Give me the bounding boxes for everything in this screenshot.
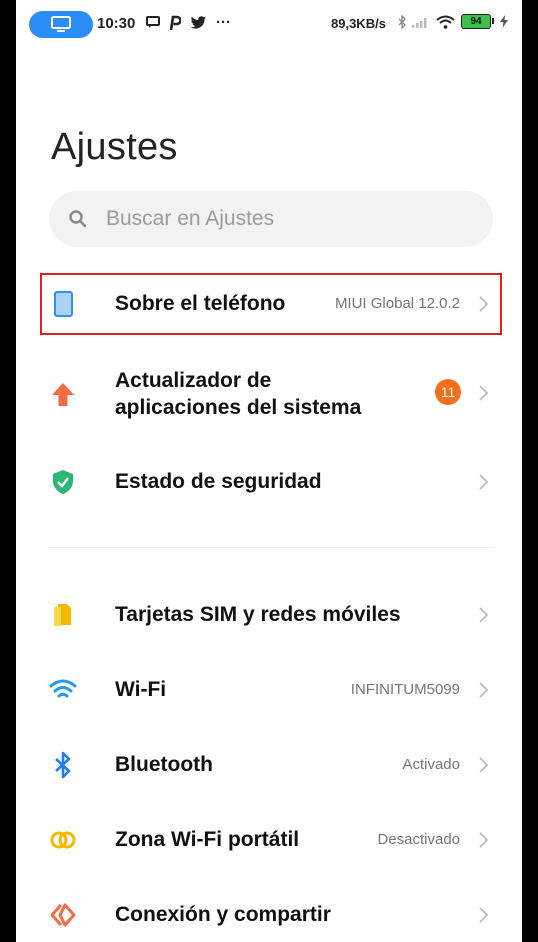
- signal-icon: [412, 17, 427, 28]
- item-label: Tarjetas SIM y redes móviles: [115, 603, 401, 626]
- phone-icon: [54, 291, 73, 317]
- battery-icon: 94: [461, 14, 494, 29]
- settings-item-wifi[interactable]: Wi-Fi INFINITUM5099: [16, 654, 522, 726]
- status-time: 10:30: [97, 15, 136, 32]
- network-speed: 89,3KB/s: [331, 16, 386, 31]
- settings-item-connection-sharing[interactable]: Conexión y compartir: [16, 879, 522, 942]
- search-icon: [69, 210, 87, 228]
- update-arrow-icon: [52, 383, 74, 406]
- item-label: Estado de seguridad: [115, 470, 322, 493]
- chevron-right-icon: [479, 907, 489, 923]
- item-label-line2: aplicaciones del sistema: [115, 396, 362, 419]
- hotspot-icon: [50, 831, 76, 849]
- chevron-right-icon: [479, 474, 489, 490]
- notification-icons: ···: [146, 14, 231, 31]
- system-icons: 94: [398, 14, 508, 29]
- twitter-icon: [190, 15, 207, 29]
- bluetooth-status-icon: [398, 14, 406, 29]
- settings-item-sim-networks[interactable]: Tarjetas SIM y redes móviles: [16, 579, 522, 651]
- monitor-icon: [51, 16, 71, 32]
- chevron-right-icon: [479, 832, 489, 848]
- chevron-right-icon: [479, 607, 489, 623]
- settings-item-portable-hotspot[interactable]: Zona Wi-Fi portátil Desactivado: [16, 804, 522, 876]
- chat-icon: [146, 16, 160, 28]
- settings-item-bluetooth[interactable]: Bluetooth Activado: [16, 729, 522, 801]
- bluetooth-icon: [55, 751, 71, 779]
- item-label: Bluetooth: [115, 753, 213, 776]
- item-value: MIUI Global 12.0.2: [334, 295, 460, 312]
- search-bar[interactable]: Buscar en Ajustes: [49, 191, 493, 247]
- item-value: Activado: [402, 756, 460, 773]
- charging-icon: [500, 15, 508, 28]
- item-value: INFINITUM5099: [350, 681, 460, 698]
- settings-item-app-updater[interactable]: Actualizador de aplicaciones del sistema…: [16, 358, 522, 434]
- wifi-icon: [49, 679, 77, 698]
- sim-card-icon: [54, 604, 71, 626]
- item-value: Desactivado: [377, 831, 460, 848]
- pinterest-icon: [169, 15, 181, 30]
- chevron-right-icon: [479, 682, 489, 698]
- battery-level: 94: [470, 16, 482, 27]
- search-placeholder: Buscar en Ajustes: [106, 207, 275, 230]
- chevron-right-icon: [479, 296, 489, 312]
- page-title: Ajustes: [51, 126, 178, 168]
- update-count-badge: 11: [435, 379, 461, 405]
- settings-item-security-status[interactable]: Estado de seguridad: [16, 446, 522, 518]
- connection-share-icon: [50, 903, 76, 927]
- more-notifications-icon: ···: [216, 14, 231, 31]
- item-label-line1: Actualizador de: [115, 369, 272, 392]
- status-bar: 10:30 ··· 89,3KB/s 94: [16, 0, 522, 48]
- screen-cast-indicator[interactable]: [29, 11, 93, 38]
- item-label: Zona Wi-Fi portátil: [115, 828, 300, 851]
- settings-item-about-phone[interactable]: Sobre el teléfono MIUI Global 12.0.2: [16, 268, 522, 340]
- shield-check-icon: [53, 470, 73, 494]
- wifi-status-icon: [436, 15, 455, 29]
- item-label: Wi-Fi: [115, 678, 167, 701]
- section-divider: [49, 547, 494, 548]
- item-label: Conexión y compartir: [115, 903, 331, 926]
- chevron-right-icon: [479, 757, 489, 773]
- chevron-right-icon: [479, 385, 489, 401]
- settings-screen: 10:30 ··· 89,3KB/s 94 Ajustes Buscar en …: [16, 0, 522, 942]
- item-label: Sobre el teléfono: [115, 292, 286, 315]
